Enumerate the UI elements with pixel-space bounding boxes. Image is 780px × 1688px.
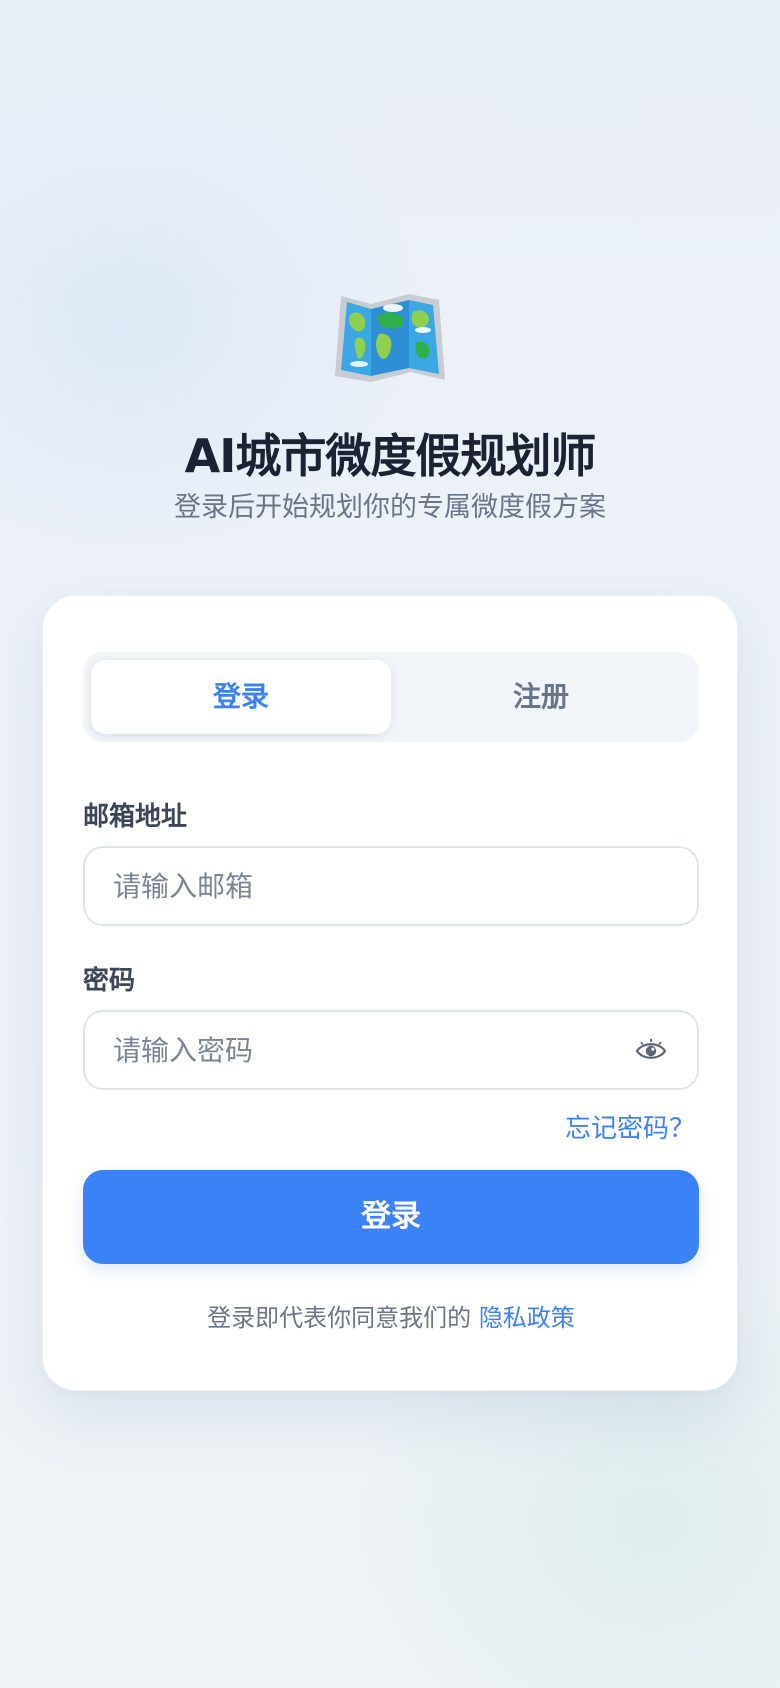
page-subtitle: 登录后开始规划你的专属微度假方案 <box>174 492 606 523</box>
agreement-label: 登录即代表你同意我们的 <box>207 1304 472 1332</box>
tab-register[interactable]: 注册 <box>391 660 691 734</box>
email-field-box <box>83 846 699 926</box>
world-map-icon <box>333 290 447 386</box>
login-card: 登录 注册 邮箱地址 密码 忘记密码？ 登录 登录即代表你同意我们的 隐私政策 <box>42 595 738 1391</box>
email-label: 邮箱地址 <box>83 802 188 832</box>
page-title: AI城市微度假规划师 <box>184 429 597 483</box>
password-field-box <box>83 1010 699 1090</box>
password-field[interactable] <box>113 1012 633 1088</box>
privacy-policy-link[interactable]: 隐私政策 <box>479 1304 575 1332</box>
tab-login[interactable]: 登录 <box>91 660 391 734</box>
email-field[interactable] <box>113 848 633 924</box>
eye-icon[interactable] <box>635 1036 667 1066</box>
login-button[interactable]: 登录 <box>83 1170 699 1264</box>
auth-tabs: 登录 注册 <box>83 652 699 742</box>
hero: AI城市微度假规划师 登录后开始规划你的专属微度假方案 <box>0 290 780 526</box>
forgot-password-link[interactable]: 忘记密码？ <box>565 1108 695 1145</box>
password-label: 密码 <box>83 966 136 996</box>
agreement-text: 登录即代表你同意我们的 隐私政策 <box>43 1298 739 1333</box>
